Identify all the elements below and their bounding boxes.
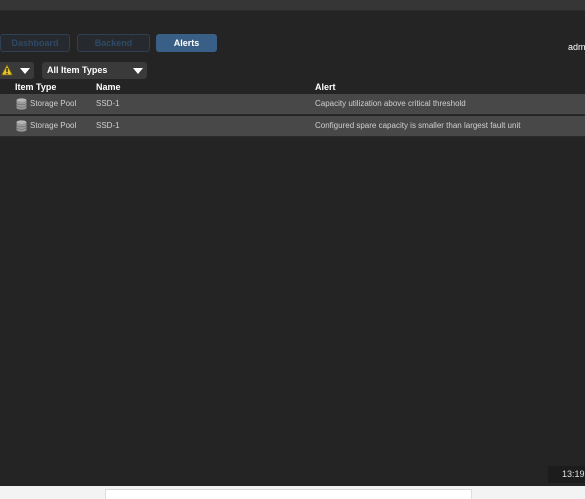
user-menu[interactable]: admin	[568, 42, 585, 52]
item-type-filter-value: All Item Types	[47, 65, 108, 75]
tab-backend[interactable]: Backend	[77, 34, 150, 52]
cell-item-type: Storage Pool	[30, 121, 77, 130]
bottom-panel	[105, 489, 472, 499]
database-icon	[16, 120, 27, 132]
tab-alerts[interactable]: Alerts	[156, 34, 217, 52]
cell-item-type: Storage Pool	[30, 99, 77, 108]
item-type-filter-dropdown[interactable]: All Item Types	[42, 62, 147, 79]
column-header-item-type[interactable]: Item Type	[15, 82, 56, 92]
severity-filter-dropdown[interactable]	[0, 62, 34, 79]
column-header-alert[interactable]: Alert	[315, 82, 336, 92]
chevron-down-icon	[133, 68, 143, 74]
chevron-down-icon	[20, 68, 30, 74]
table-row[interactable]: Storage Pool SSD-1 Capacity utilization …	[0, 94, 585, 115]
clock: 13:19	[548, 466, 585, 483]
cell-name: SSD-1	[96, 99, 120, 108]
top-bar	[0, 0, 585, 11]
cell-name: SSD-1	[96, 121, 120, 130]
column-header-name[interactable]: Name	[96, 82, 121, 92]
table-row[interactable]: Storage Pool SSD-1 Configured spare capa…	[0, 116, 585, 137]
cell-alert: Capacity utilization above critical thre…	[315, 99, 466, 108]
cell-alert: Configured spare capacity is smaller tha…	[315, 121, 521, 130]
database-icon	[16, 98, 27, 110]
tab-dashboard[interactable]: Dashboard	[0, 34, 70, 52]
warning-icon	[1, 64, 13, 76]
